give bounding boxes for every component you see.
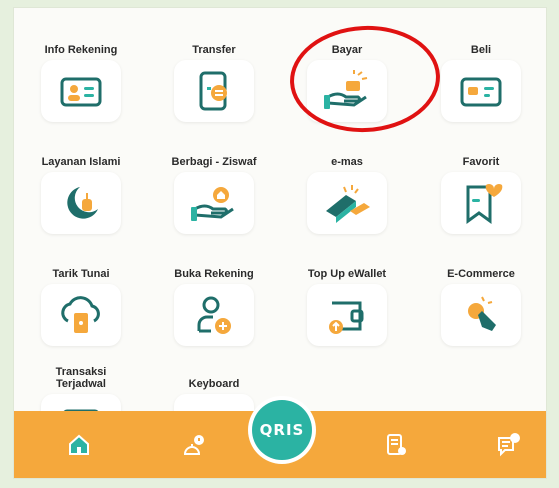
menu-tile[interactable] [174, 172, 254, 234]
menu-tarik-tunai[interactable]: Tarik Tunai [26, 256, 136, 346]
nav-notifications[interactable] [174, 427, 214, 463]
menu-label: Bayar [331, 44, 363, 56]
menu-tile[interactable] [307, 60, 387, 122]
menu-tile[interactable] [174, 60, 254, 122]
menu-tile[interactable] [41, 60, 121, 122]
menu-tile[interactable] [441, 60, 521, 122]
card-buy-icon [460, 77, 502, 107]
menu-label: e-mas [331, 156, 363, 168]
home-icon [69, 434, 89, 455]
menu-label: Berbagi - Ziswaf [171, 156, 257, 168]
menu-tile[interactable] [307, 284, 387, 346]
menu-transfer[interactable]: Transfer [159, 32, 269, 122]
menu-label: Favorit [462, 156, 500, 168]
hand-give-icon [191, 187, 234, 221]
hand-pay-icon [324, 70, 368, 109]
menu-e-commerce[interactable]: E-Commerce [426, 256, 536, 346]
add-user-icon [197, 296, 231, 334]
menu-label: Beli [470, 44, 492, 56]
bell-notification-icon [183, 435, 204, 455]
qris-button[interactable]: QRIS [252, 400, 312, 460]
cloud-cash-icon [61, 296, 100, 333]
id-card-icon [60, 77, 102, 107]
menu-tile[interactable] [41, 172, 121, 234]
wallet-topup-icon [329, 301, 364, 334]
menu-label: Top Up eWallet [307, 268, 387, 280]
menu-layanan-islami[interactable]: Layanan Islami [26, 144, 136, 234]
bill-location-icon [387, 434, 406, 455]
menu-tile[interactable] [441, 172, 521, 234]
nav-help-chat[interactable] [488, 427, 528, 463]
menu-label: Keyboard [188, 378, 240, 390]
menu-label: Transaksi Terjadwal [55, 366, 107, 390]
menu-info-rekening[interactable]: Info Rekening [26, 32, 136, 122]
menu-label: Info Rekening [44, 44, 118, 56]
qris-icon: QRIS [259, 421, 305, 439]
menu-favorit[interactable]: Favorit [426, 144, 536, 234]
menu-tile[interactable] [441, 284, 521, 346]
menu-tile[interactable] [307, 172, 387, 234]
menu-e-mas[interactable]: e-mas [292, 144, 402, 234]
gold-bar-icon [326, 185, 370, 223]
menu-beli[interactable]: Beli [426, 32, 536, 122]
menu-label: Layanan Islami [41, 156, 121, 168]
bookmark-heart-icon [466, 184, 503, 224]
chat-help-icon [498, 433, 520, 457]
app-screen: Info Rekening Transfer Bayar Beli Layana… [14, 8, 546, 478]
menu-tile[interactable] [41, 284, 121, 346]
menu-bayar[interactable]: Bayar [292, 32, 402, 122]
menu-berbagi-ziswaf[interactable]: Berbagi - Ziswaf [159, 144, 269, 234]
menu-buka-rekening[interactable]: Buka Rekening [159, 256, 269, 346]
phone-transfer-icon [199, 71, 227, 111]
tap-shop-icon [468, 296, 496, 331]
menu-label: Transfer [192, 44, 236, 56]
nav-home[interactable] [59, 427, 99, 463]
menu-label: Tarik Tunai [52, 268, 110, 280]
nav-bills[interactable] [376, 427, 416, 463]
menu-top-up-ewallet[interactable]: Top Up eWallet [292, 256, 402, 346]
menu-label: Buka Rekening [174, 268, 254, 280]
menu-label: E-Commerce [447, 268, 515, 280]
menu-tile[interactable] [174, 284, 254, 346]
moon-mosque-icon [67, 187, 98, 219]
